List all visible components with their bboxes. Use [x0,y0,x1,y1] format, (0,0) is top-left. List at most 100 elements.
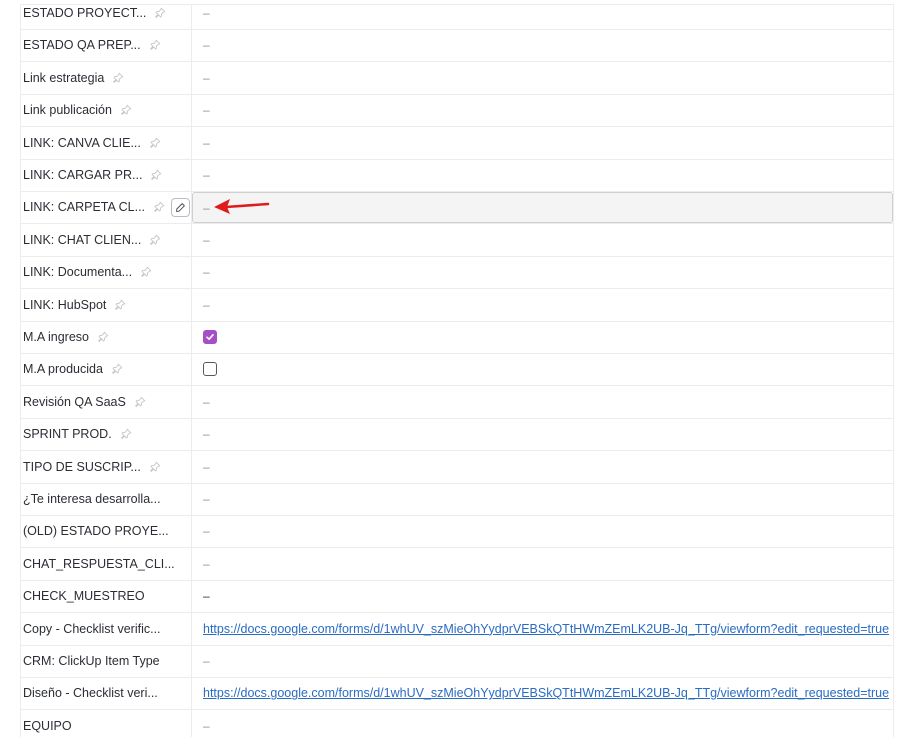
field-value-cell[interactable] [192,321,893,353]
empty-value: – [203,718,210,733]
pencil-icon [175,202,186,213]
field-name-cell[interactable]: LINK: CHAT CLIEN... [21,223,192,256]
field-row: M.A producida [21,353,893,387]
field-value-cell[interactable]: – [192,224,893,256]
field-name-cell[interactable]: Link estrategia [21,61,192,94]
field-value-cell[interactable]: – [192,62,893,94]
field-value-cell[interactable]: – [192,256,893,288]
custom-fields-panel: ESTADO PROYECT... – ESTADO QA PREP... – Link… [20,4,894,737]
field-value-cell[interactable]: https://docs.google.com/forms/d/1whUV_sz… [192,613,893,645]
field-name: Diseño - Checklist veri... [23,686,158,701]
field-name-cell[interactable]: LINK: CANVA CLIE... [21,126,192,159]
empty-value: – [203,492,210,506]
field-row: Link estrategia – [21,61,893,95]
check-icon [205,332,215,342]
field-name-cell[interactable]: LINK: CARGAR PR... [21,159,192,191]
field-row: CHECK_MUESTREO – [21,580,893,614]
pin-icon[interactable] [134,396,146,408]
field-row: ESTADO QA PREP... – [21,29,893,63]
field-value-cell[interactable]: – [192,159,893,191]
field-name-cell[interactable]: TIPO DE SUSCRIP... [21,450,192,483]
checkbox-unchecked[interactable] [203,362,217,377]
field-name: Revisión QA SaaS [23,394,126,409]
field-name-cell[interactable]: ESTADO PROYECT... [21,5,192,29]
field-name-cell[interactable]: Revisión QA SaaS [21,385,192,418]
field-name-cell[interactable]: Link publicación [21,94,192,127]
field-name: M.A producida [23,362,103,377]
pin-icon[interactable] [140,266,152,278]
field-name: Copy - Checklist verific... [23,621,161,636]
pin-icon[interactable] [149,39,161,51]
field-name-cell[interactable]: CHECK_MUESTREO [21,580,192,613]
field-value-cell[interactable]: – [192,5,893,29]
field-name: LINK: Documenta... [23,265,133,280]
field-row: LINK: CARPETA CL... – [21,191,893,225]
pin-icon[interactable] [120,104,132,116]
field-name-cell[interactable]: ESTADO QA PREP... [21,29,192,62]
field-name: ESTADO PROYECT... [23,6,147,20]
field-name: SPRINT PROD. [23,427,112,442]
field-value-cell[interactable]: – [192,548,893,580]
field-name-cell[interactable]: LINK: HubSpot [21,288,192,321]
field-value-cell[interactable]: – [192,192,893,224]
field-value-cell[interactable]: – [192,94,893,126]
field-value-cell[interactable]: – [192,289,893,321]
field-name: M.A ingreso [23,330,90,344]
field-name: EQUIPO [23,718,72,733]
pin-icon[interactable] [149,461,161,473]
empty-value: – [203,556,210,571]
field-name: TIPO DE SUSCRIP... [23,459,141,474]
pin-icon[interactable] [111,363,123,375]
field-name-cell[interactable]: (OLD) ESTADO PROYE... [21,515,192,548]
checkbox-checked[interactable] [203,330,217,344]
pin-icon[interactable] [97,331,109,343]
field-name-cell[interactable]: ¿Te interesa desarrolla... [21,483,192,515]
field-name-cell[interactable]: LINK: CARPETA CL... [21,191,192,224]
field-value-cell[interactable]: – [192,645,893,677]
red-arrow-annotation [214,199,270,214]
field-name-cell[interactable]: Copy - Checklist verific... [21,612,192,645]
field-value-cell[interactable]: – [192,451,893,483]
field-row: TIPO DE SUSCRIP... – [21,450,893,484]
field-name-cell[interactable]: CRM: ClickUp Item Type [21,645,192,677]
pin-icon[interactable] [149,234,161,246]
field-name: LINK: CARPETA CL... [23,200,146,215]
field-name-cell[interactable]: M.A ingreso [21,321,192,353]
pin-icon[interactable] [149,137,161,149]
pin-icon[interactable] [112,72,124,84]
field-link[interactable]: https://docs.google.com/forms/d/1whUV_sz… [203,622,889,636]
field-row: LINK: Documenta... – [21,256,893,290]
field-name: CHECK_MUESTREO [23,589,145,604]
pin-icon[interactable] [120,428,132,440]
field-name-cell[interactable]: EQUIPO [21,709,192,737]
pin-icon[interactable] [154,7,166,19]
field-name-cell[interactable]: CHAT_RESPUESTA_CLI... [21,547,192,580]
field-value-cell[interactable]: – [192,580,893,612]
field-value-cell[interactable]: – [192,483,893,515]
field-row: M.A ingreso [21,321,893,354]
field-row: SPRINT PROD. – [21,418,893,452]
field-link[interactable]: https://docs.google.com/forms/d/1whUV_sz… [203,686,889,700]
pin-icon[interactable] [150,169,162,181]
field-name-cell[interactable]: M.A producida [21,353,192,386]
field-value-cell[interactable]: – [192,418,893,450]
field-value-cell[interactable]: – [192,386,893,418]
field-row: Link publicación – [21,94,893,128]
field-value-cell[interactable]: – [192,127,893,159]
field-name-cell[interactable]: LINK: Documenta... [21,256,192,289]
edit-field-button[interactable] [171,197,191,217]
field-value-cell[interactable]: – [192,29,893,61]
field-row: LINK: CHAT CLIEN... – [21,223,893,257]
field-row: Revisión QA SaaS – [21,385,893,419]
field-value-cell[interactable] [192,353,893,385]
field-name-cell[interactable]: SPRINT PROD. [21,418,192,451]
field-value-cell[interactable]: – [192,710,893,737]
empty-value: – [203,459,210,474]
field-value-cell[interactable]: – [192,515,893,547]
pin-icon[interactable] [114,299,126,311]
empty-value: – [203,70,210,85]
field-name: Link publicación [23,103,112,118]
field-name-cell[interactable]: Diseño - Checklist veri... [21,677,192,710]
pin-icon[interactable] [153,201,165,213]
field-value-cell[interactable]: https://docs.google.com/forms/d/1whUV_sz… [192,677,893,709]
